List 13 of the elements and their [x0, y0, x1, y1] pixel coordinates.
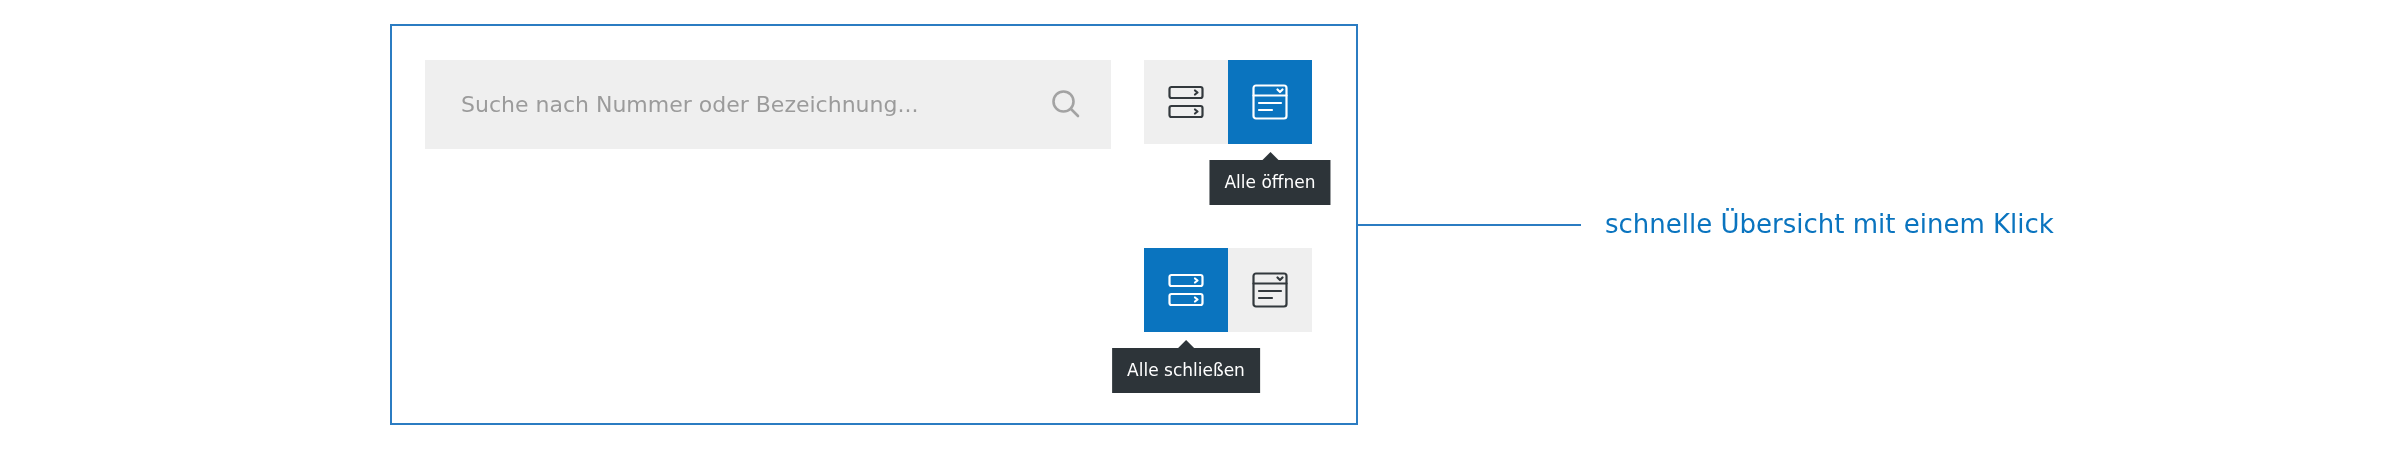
tooltip: Alle schließen — [1112, 340, 1260, 393]
search-icon — [1051, 89, 1081, 119]
callout-text: schnelle Übersicht mit einem Klick — [1605, 207, 2054, 241]
collapsed-rows-icon — [1168, 85, 1204, 119]
search-field[interactable]: Suche nach Nummer oder Bezeichnung... — [425, 60, 1111, 149]
toggle-button[interactable] — [1144, 248, 1228, 332]
toggle-button[interactable] — [1144, 60, 1228, 144]
toggle-button[interactable] — [1228, 248, 1312, 332]
tooltip: Alle öffnen — [1209, 152, 1331, 205]
collapsed-rows-icon — [1168, 273, 1204, 307]
expanded-panel-icon — [1252, 272, 1288, 308]
toggle-button[interactable] — [1228, 60, 1312, 144]
expanded-panel-icon — [1252, 84, 1288, 120]
